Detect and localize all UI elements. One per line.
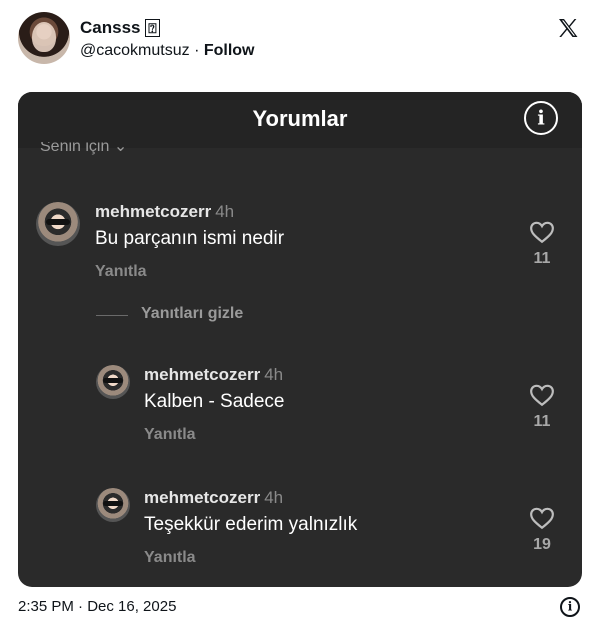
separator-dot: · xyxy=(194,42,200,59)
like-count: 11 xyxy=(533,250,551,267)
comment-text: Teşekkür ederim yalnızlık xyxy=(144,514,358,535)
reply-item: mehmetcozerr 4h Teşekkür ederim yalnızlık… xyxy=(96,488,566,568)
like-count: 11 xyxy=(533,413,551,430)
username-text: mehmetcozerr xyxy=(144,488,261,507)
info-icon[interactable]: i xyxy=(524,101,558,135)
comments-header: Yorumlar i xyxy=(18,92,582,148)
like-control[interactable]: 11 xyxy=(522,383,562,431)
tweet-header: Cansss ⍰ @cacokmutsuz · Follow xyxy=(18,12,582,68)
like-control[interactable]: 19 xyxy=(522,506,562,554)
sort-dropdown[interactable]: Senin için ⌄ xyxy=(40,142,127,156)
reply-button[interactable]: Yanıtla xyxy=(144,549,196,567)
sort-label: Senin için xyxy=(40,142,110,155)
username-text: mehmetcozerr xyxy=(144,365,261,384)
hide-replies-label: Yanıtları gizle xyxy=(141,305,244,322)
commenter-avatar[interactable] xyxy=(96,488,130,522)
chevron-down-icon: ⌄ xyxy=(113,142,128,155)
commenter-username[interactable]: mehmetcozerr 4h xyxy=(95,202,234,222)
comment-text: Kalben - Sadece xyxy=(144,391,285,412)
comment-time: 4h xyxy=(215,202,235,221)
author-handle[interactable]: @cacokmutsuz xyxy=(80,42,190,59)
comment-time: 4h xyxy=(264,365,284,384)
comment-time: 4h xyxy=(264,488,284,507)
comment-item: mehmetcozerr 4h Bu parçanın ismi nedir Ya… xyxy=(36,202,566,282)
name-emoji: ⍰ xyxy=(145,19,160,37)
heart-outline-icon[interactable] xyxy=(529,220,555,244)
author-avatar[interactable] xyxy=(18,12,70,64)
hide-replies-button[interactable]: Yanıtları gizle xyxy=(96,305,243,323)
handle-row: @cacokmutsuz · Follow xyxy=(80,42,255,60)
reply-item: mehmetcozerr 4h Kalben - Sadece Yanıtla 1… xyxy=(96,365,566,445)
commenter-username[interactable]: mehmetcozerr 4h xyxy=(144,488,283,508)
heart-outline-icon[interactable] xyxy=(529,506,555,530)
embedded-screenshot: Yorumlar i Senin için ⌄ mehmetcozerr 4h B… xyxy=(18,92,582,587)
info-icon[interactable]: i xyxy=(560,597,580,617)
reply-button[interactable]: Yanıtla xyxy=(144,426,196,444)
reply-button[interactable]: Yanıtla xyxy=(95,263,147,281)
x-logo-icon[interactable] xyxy=(556,16,580,40)
username-text: mehmetcozerr xyxy=(95,202,212,221)
comments-title: Yorumlar xyxy=(252,106,348,131)
display-name-text: Cansss xyxy=(80,18,141,37)
like-count: 19 xyxy=(533,536,551,553)
heart-outline-icon[interactable] xyxy=(529,383,555,407)
follow-button[interactable]: Follow xyxy=(204,42,255,59)
commenter-avatar[interactable] xyxy=(36,202,80,246)
comment-text: Bu parçanın ismi nedir xyxy=(95,228,285,249)
tweet-timestamp[interactable]: 2:35 PM · Dec 16, 2025 xyxy=(18,598,176,615)
like-control[interactable]: 11 xyxy=(522,220,562,268)
author-display-name[interactable]: Cansss ⍰ xyxy=(80,18,160,38)
commenter-username[interactable]: mehmetcozerr 4h xyxy=(144,365,283,385)
commenter-avatar[interactable] xyxy=(96,365,130,399)
